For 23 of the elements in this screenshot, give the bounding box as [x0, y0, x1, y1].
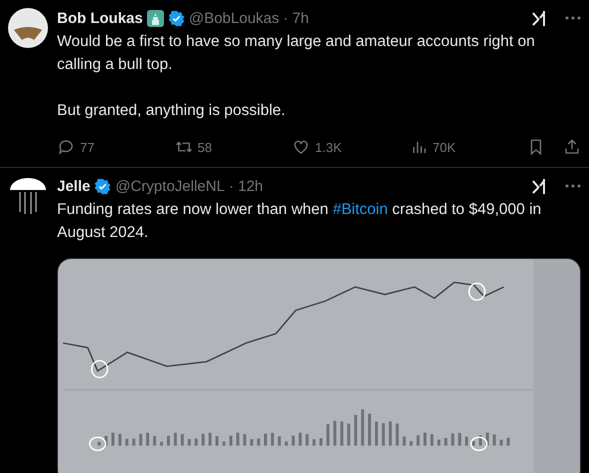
author-name[interactable]: Bob Loukas [57, 10, 143, 26]
post-time[interactable]: · 12h [228, 178, 264, 194]
post-text: But granted, anything is possible. [57, 101, 286, 121]
like-button[interactable]: 1.3K [292, 138, 402, 156]
reply-button[interactable]: 77 [57, 138, 167, 156]
author-handle[interactable]: @BobLoukas [188, 10, 280, 26]
avatar[interactable] [8, 8, 48, 48]
grok-button[interactable] [531, 178, 547, 194]
more-button[interactable] [565, 16, 581, 20]
more-button[interactable] [565, 184, 581, 188]
post-text: Would be a first to have so many large and amateur accounts right on calling a bull top. [57, 32, 536, 75]
hashtag-link[interactable]: #Bitcoin [332, 201, 388, 218]
repost-button[interactable]: 58 [174, 138, 284, 156]
share-button[interactable] [563, 138, 581, 156]
views-button[interactable]: 70K [410, 138, 520, 156]
post-text: Funding rates are now lower than when #Bitcoin crashed to $49,000 in August 2024. [57, 200, 542, 243]
author-handle[interactable]: @CryptoJelleNL [115, 178, 225, 194]
avatar[interactable] [8, 176, 48, 216]
reply-icon [57, 138, 75, 156]
post-time[interactable]: · 7h [283, 10, 309, 26]
author-name[interactable]: Jelle [57, 178, 90, 194]
grok-button[interactable] [531, 10, 547, 26]
like-icon [292, 138, 310, 156]
